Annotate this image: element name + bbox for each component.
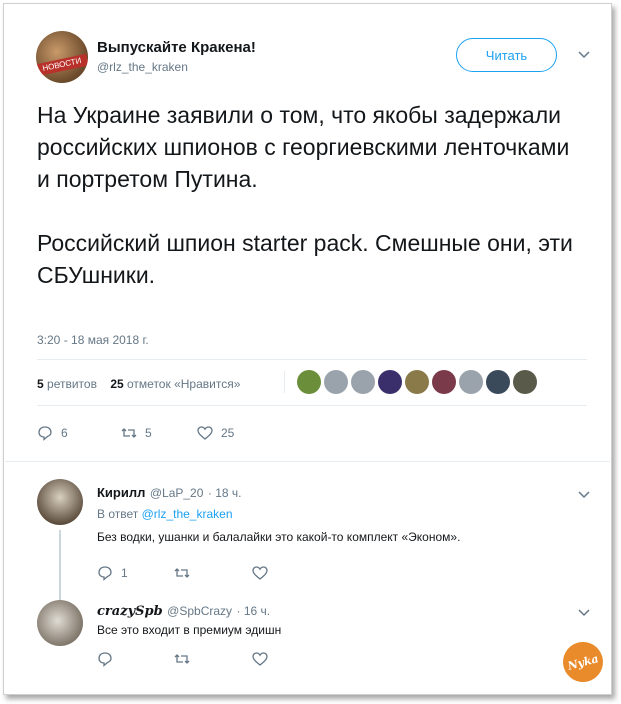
liker-avatar[interactable] <box>324 370 348 394</box>
in-reply-link[interactable]: @rlz_the_kraken <box>142 507 233 521</box>
reply-icon <box>98 652 112 667</box>
liker-avatar[interactable] <box>432 370 456 394</box>
reply-avatar[interactable] <box>37 479 83 525</box>
reply-header: crazySpb @SpbCrazy · 16 ч. <box>97 602 270 620</box>
like-action[interactable]: 25 <box>197 425 234 441</box>
retweet-action[interactable]: 5 <box>121 425 152 441</box>
chevron-down-icon[interactable] <box>578 487 590 502</box>
likes-stat[interactable]: 25 отметок «Нравится» <box>110 377 240 391</box>
reply-text: Без водки, ушанки и балалайки это какой-… <box>97 530 461 544</box>
tweet-stats: 5 ретвитов 25 отметок «Нравится» <box>37 377 240 391</box>
liker-avatar[interactable] <box>405 370 429 394</box>
reply-author-handle[interactable]: @LaP_20 <box>150 486 204 500</box>
reply-action[interactable] <box>97 651 113 667</box>
reply-action[interactable]: 6 <box>37 425 68 441</box>
tweet-text: На Украине заявили о том, что якобы заде… <box>37 102 573 288</box>
reply-author-name[interactable]: Кирилл <box>97 485 145 500</box>
retweets-stat[interactable]: 5 ретвитов <box>37 377 97 391</box>
author-avatar[interactable]: НОВОСТИ <box>36 31 88 83</box>
retweet-action[interactable] <box>174 565 190 581</box>
heart-icon <box>252 652 268 666</box>
chevron-down-icon[interactable] <box>578 605 590 620</box>
author-handle[interactable]: @rlz_the_kraken <box>97 60 188 74</box>
retweet-icon <box>174 654 190 664</box>
divider <box>37 405 587 406</box>
in-reply-to: В ответ @rlz_the_kraken <box>97 507 233 521</box>
likers-avatars <box>297 370 537 394</box>
reply-count: 1 <box>121 566 128 580</box>
divider <box>5 461 610 462</box>
reply-text: Все это входит в премиум эдишн <box>97 623 282 637</box>
retweet-action[interactable] <box>174 651 190 667</box>
reply-header: Кирилл @LaP_20 · 18 ч. <box>97 484 241 502</box>
liker-avatar[interactable] <box>459 370 483 394</box>
retweet-icon <box>121 428 137 438</box>
reply-time[interactable]: · 18 ч. <box>208 486 242 500</box>
reply-count: 6 <box>61 426 68 440</box>
liker-avatar[interactable] <box>513 370 537 394</box>
thread-line <box>59 530 61 600</box>
liker-avatar[interactable] <box>378 370 402 394</box>
liker-avatar[interactable] <box>351 370 375 394</box>
heart-icon <box>252 566 268 580</box>
liker-avatar[interactable] <box>486 370 510 394</box>
tweet-timestamp[interactable]: 3:20 - 18 мая 2018 г. <box>37 333 149 347</box>
author-name[interactable]: Выпускайте Кракена! <box>97 39 256 56</box>
like-action[interactable] <box>252 651 268 667</box>
reply-avatar[interactable] <box>37 600 83 646</box>
reply-author-name[interactable]: crazySpb <box>97 604 163 619</box>
retweet-icon <box>174 568 190 578</box>
reply-author-handle[interactable]: @SpbCrazy <box>167 604 232 618</box>
divider <box>37 359 587 360</box>
like-count: 25 <box>221 426 235 440</box>
follow-button[interactable]: Читать <box>456 38 557 72</box>
like-action[interactable] <box>252 565 268 581</box>
reply-action[interactable]: 1 <box>97 565 128 581</box>
reply-time[interactable]: · 16 ч. <box>236 604 270 618</box>
reply-icon <box>98 566 112 581</box>
retweet-count: 5 <box>145 426 152 440</box>
avatar-badge: НОВОСТИ <box>36 53 88 77</box>
heart-icon <box>197 426 213 440</box>
chevron-down-icon[interactable] <box>578 47 590 62</box>
reply-icon <box>38 426 52 441</box>
liker-avatar[interactable] <box>297 370 321 394</box>
divider <box>284 371 285 393</box>
